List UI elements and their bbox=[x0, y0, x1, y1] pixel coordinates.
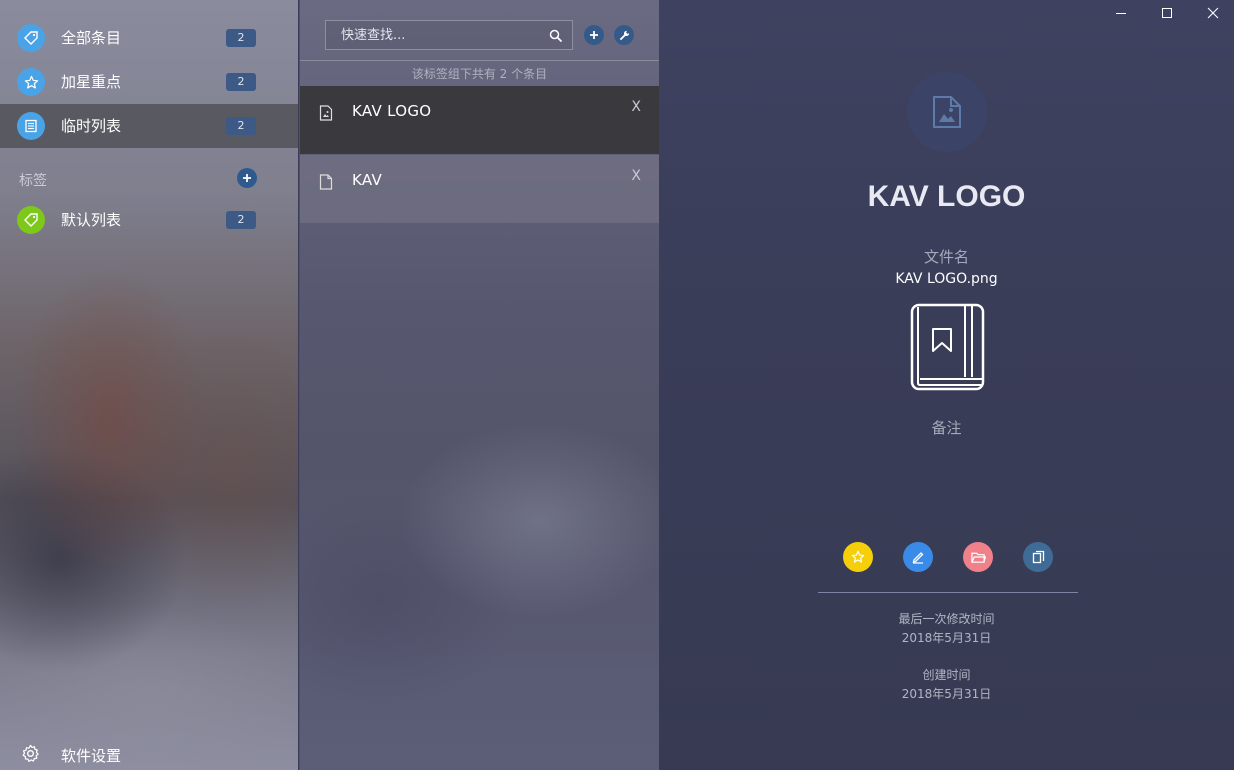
sidebar: 全部条目 2 加星重点 2 临时列表 2 标签 默认列表 2 软件设置 bbox=[0, 0, 298, 770]
open-folder-button[interactable] bbox=[963, 542, 993, 572]
count-badge: 2 bbox=[226, 117, 256, 135]
detail-title: KAV LOGO bbox=[867, 180, 1026, 213]
created-label: 创建时间 bbox=[922, 668, 971, 682]
settings-label: 软件设置 bbox=[61, 747, 122, 765]
close-icon bbox=[1207, 7, 1219, 19]
filename-value: KAV LOGO.png bbox=[895, 271, 998, 287]
folder-icon bbox=[970, 552, 986, 563]
sidebar-item-starred[interactable]: 加星重点 2 bbox=[0, 60, 298, 104]
modified-value: 2018年5月31日 bbox=[901, 631, 992, 645]
tags-section-label: 标签 bbox=[19, 173, 47, 189]
close-window-button[interactable] bbox=[1198, 4, 1228, 22]
note-label: 备注 bbox=[931, 419, 962, 437]
settings-button[interactable]: 软件设置 bbox=[0, 736, 298, 770]
image-file-icon bbox=[319, 105, 333, 125]
entry-title: KAV LOGO bbox=[352, 102, 432, 120]
entry-title: KAV bbox=[352, 171, 383, 189]
entry-list-panel: 该标签组下共有 2 个条目 KAV LOGO X KAV X bbox=[299, 0, 659, 770]
minimize-icon bbox=[1116, 13, 1126, 14]
notebook-icon[interactable] bbox=[910, 303, 985, 397]
sidebar-item-temp-list[interactable]: 临时列表 2 bbox=[0, 104, 298, 148]
edit-button[interactable] bbox=[903, 542, 933, 572]
maximize-button[interactable] bbox=[1152, 4, 1182, 22]
modified-label: 最后一次修改时间 bbox=[898, 612, 995, 626]
wrench-icon bbox=[619, 30, 629, 40]
plus-icon bbox=[243, 174, 251, 182]
sidebar-item-label: 临时列表 bbox=[61, 117, 122, 135]
search-input[interactable] bbox=[326, 21, 546, 49]
edit-icon bbox=[912, 552, 924, 564]
sidebar-item-label: 加星重点 bbox=[61, 73, 122, 91]
tools-button[interactable] bbox=[614, 25, 634, 45]
count-badge: 2 bbox=[226, 29, 256, 47]
maximize-icon bbox=[1162, 8, 1172, 18]
search-icon[interactable] bbox=[549, 28, 563, 47]
list-item-kav[interactable]: KAV X bbox=[300, 155, 659, 223]
image-file-icon bbox=[907, 72, 987, 152]
count-badge: 2 bbox=[226, 211, 256, 229]
plus-icon bbox=[590, 31, 598, 39]
add-tag-button[interactable] bbox=[237, 168, 257, 188]
copy-icon bbox=[1032, 550, 1044, 564]
tag-icon bbox=[17, 206, 45, 234]
add-entry-button[interactable] bbox=[584, 25, 604, 45]
remove-entry-button[interactable]: X bbox=[631, 99, 641, 115]
star-button[interactable] bbox=[843, 542, 873, 572]
star-icon bbox=[851, 550, 865, 563]
minimize-button[interactable] bbox=[1106, 4, 1136, 22]
sidebar-item-label: 默认列表 bbox=[61, 211, 122, 229]
divider bbox=[818, 592, 1078, 593]
filename-label: 文件名 bbox=[923, 248, 969, 266]
star-icon bbox=[17, 68, 45, 96]
created-value: 2018年5月31日 bbox=[901, 687, 992, 701]
sidebar-item-default-list[interactable]: 默认列表 2 bbox=[0, 198, 298, 242]
gear-icon bbox=[21, 744, 40, 767]
group-info: 该标签组下共有 2 个条目 bbox=[300, 60, 659, 87]
sidebar-item-label: 全部条目 bbox=[61, 29, 122, 47]
tag-icon bbox=[17, 24, 45, 52]
remove-entry-button[interactable]: X bbox=[631, 168, 641, 184]
detail-panel: KAV LOGO 文件名 KAV LOGO.png 备注 最后一次修改时间 20… bbox=[659, 0, 1234, 770]
list-icon bbox=[17, 112, 45, 140]
list-item-kav-logo[interactable]: KAV LOGO X bbox=[300, 86, 659, 154]
file-icon bbox=[319, 174, 333, 194]
sidebar-item-all[interactable]: 全部条目 2 bbox=[0, 16, 298, 60]
count-badge: 2 bbox=[226, 73, 256, 91]
search-box bbox=[325, 20, 573, 50]
copy-button[interactable] bbox=[1023, 542, 1053, 572]
